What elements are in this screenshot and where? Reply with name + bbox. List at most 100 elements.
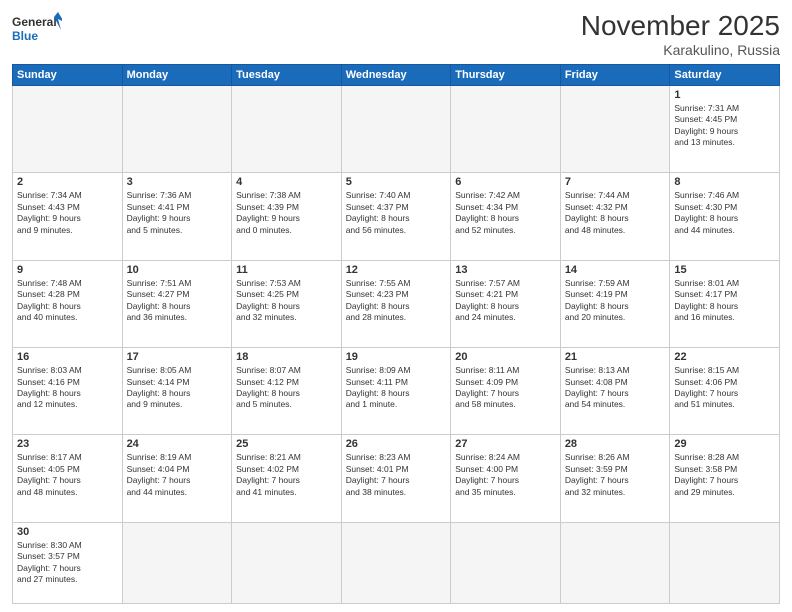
- calendar-cell: 26Sunrise: 8:23 AM Sunset: 4:01 PM Dayli…: [341, 435, 451, 522]
- day-number: 21: [565, 351, 666, 363]
- calendar-cell: [560, 522, 670, 603]
- calendar-week-row: 9Sunrise: 7:48 AM Sunset: 4:28 PM Daylig…: [13, 260, 780, 347]
- day-info: Sunrise: 8:21 AM Sunset: 4:02 PM Dayligh…: [236, 452, 337, 498]
- calendar-cell: [232, 86, 342, 173]
- calendar-cell: 22 Sunrise: 8:15 AM Sunset: 4:06 PM Dayli…: [670, 348, 780, 435]
- day-info: Sunrise: 8:24 AM Sunset: 4:00 PM Dayligh…: [455, 452, 556, 498]
- logo: General Blue: [12, 10, 62, 50]
- calendar-cell: 20Sunrise: 8:11 AM Sunset: 4:09 PM Dayli…: [451, 348, 561, 435]
- calendar-cell: [13, 86, 123, 173]
- calendar-cell: [670, 522, 780, 603]
- calendar-cell: [122, 86, 232, 173]
- calendar-cell: 25Sunrise: 8:21 AM Sunset: 4:02 PM Dayli…: [232, 435, 342, 522]
- calendar-cell: 28 Sunrise: 8:26 AM Sunset: 3:59 PM Dayli…: [560, 435, 670, 522]
- header-friday: Friday: [560, 65, 670, 86]
- day-number: 14: [565, 264, 666, 276]
- calendar-week-row: 2 Sunrise: 7:34 AM Sunset: 4:43 PM Daylig…: [13, 173, 780, 260]
- calendar-cell: [451, 522, 561, 603]
- day-number: 20: [455, 351, 556, 363]
- calendar-cell: 10Sunrise: 7:51 AM Sunset: 4:27 PM Dayli…: [122, 260, 232, 347]
- weekday-header-row: Sunday Monday Tuesday Wednesday Thursday…: [13, 65, 780, 86]
- day-number: 30: [17, 526, 118, 538]
- calendar-cell: 24 Sunrise: 8:19 AM Sunset: 4:04 PM Dayli…: [122, 435, 232, 522]
- day-info: Sunrise: 8:28 AM Sunset: 3:58 PM Dayligh…: [674, 452, 775, 498]
- day-info: Sunrise: 8:30 AM Sunset: 3:57 PM Dayligh…: [17, 540, 118, 586]
- calendar-cell: 1 Sunrise: 7:31 AM Sunset: 4:45 PM Daylig…: [670, 86, 780, 173]
- calendar-cell: [341, 522, 451, 603]
- day-info: Sunrise: 8:15 AM Sunset: 4:06 PM Dayligh…: [674, 365, 775, 411]
- calendar-cell: [122, 522, 232, 603]
- day-info: Sunrise: 7:53 AM Sunset: 4:25 PM Dayligh…: [236, 278, 337, 324]
- day-number: 29: [674, 438, 775, 450]
- header-wednesday: Wednesday: [341, 65, 451, 86]
- day-number: 3: [127, 176, 228, 188]
- calendar-cell: 18Sunrise: 8:07 AM Sunset: 4:12 PM Dayli…: [232, 348, 342, 435]
- day-number: 11: [236, 264, 337, 276]
- calendar-week-row: 23 Sunrise: 8:17 AM Sunset: 4:05 PM Dayli…: [13, 435, 780, 522]
- calendar-cell: 9Sunrise: 7:48 AM Sunset: 4:28 PM Daylig…: [13, 260, 123, 347]
- day-info: Sunrise: 8:26 AM Sunset: 3:59 PM Dayligh…: [565, 452, 666, 498]
- day-number: 16: [17, 351, 118, 363]
- day-number: 2: [17, 176, 118, 188]
- day-number: 24: [127, 438, 228, 450]
- day-number: 15: [674, 264, 775, 276]
- calendar-cell: 3Sunrise: 7:36 AM Sunset: 4:41 PM Daylig…: [122, 173, 232, 260]
- day-info: Sunrise: 7:46 AM Sunset: 4:30 PM Dayligh…: [674, 190, 775, 236]
- day-number: 9: [17, 264, 118, 276]
- day-info: Sunrise: 7:42 AM Sunset: 4:34 PM Dayligh…: [455, 190, 556, 236]
- location: Karakulino, Russia: [581, 42, 780, 58]
- header-tuesday: Tuesday: [232, 65, 342, 86]
- day-info: Sunrise: 7:34 AM Sunset: 4:43 PM Dayligh…: [17, 190, 118, 236]
- calendar-cell: 15Sunrise: 8:01 AM Sunset: 4:17 PM Dayli…: [670, 260, 780, 347]
- calendar-cell: 5Sunrise: 7:40 AM Sunset: 4:37 PM Daylig…: [341, 173, 451, 260]
- calendar-cell: 23 Sunrise: 8:17 AM Sunset: 4:05 PM Dayli…: [13, 435, 123, 522]
- day-number: 1: [674, 89, 775, 101]
- day-info: Sunrise: 7:40 AM Sunset: 4:37 PM Dayligh…: [346, 190, 447, 236]
- day-number: 17: [127, 351, 228, 363]
- day-number: 22: [674, 351, 775, 363]
- day-info: Sunrise: 8:05 AM Sunset: 4:14 PM Dayligh…: [127, 365, 228, 411]
- day-info: Sunrise: 8:13 AM Sunset: 4:08 PM Dayligh…: [565, 365, 666, 411]
- day-info: Sunrise: 7:44 AM Sunset: 4:32 PM Dayligh…: [565, 190, 666, 236]
- day-number: 8: [674, 176, 775, 188]
- day-number: 23: [17, 438, 118, 450]
- svg-text:General: General: [12, 15, 57, 29]
- calendar-cell: 17 Sunrise: 8:05 AM Sunset: 4:14 PM Dayli…: [122, 348, 232, 435]
- day-info: Sunrise: 7:55 AM Sunset: 4:23 PM Dayligh…: [346, 278, 447, 324]
- day-number: 18: [236, 351, 337, 363]
- header: General Blue November 2025 Karakulino, R…: [12, 10, 780, 58]
- day-number: 12: [346, 264, 447, 276]
- day-number: 27: [455, 438, 556, 450]
- day-info: Sunrise: 7:51 AM Sunset: 4:27 PM Dayligh…: [127, 278, 228, 324]
- page: General Blue November 2025 Karakulino, R…: [0, 0, 792, 612]
- calendar-cell: [560, 86, 670, 173]
- day-number: 28: [565, 438, 666, 450]
- calendar-cell: 14 Sunrise: 7:59 AM Sunset: 4:19 PM Dayli…: [560, 260, 670, 347]
- calendar-cell: 2 Sunrise: 7:34 AM Sunset: 4:43 PM Daylig…: [13, 173, 123, 260]
- calendar-week-row: 30 Sunrise: 8:30 AM Sunset: 3:57 PM Dayli…: [13, 522, 780, 603]
- calendar-cell: 6 Sunrise: 7:42 AM Sunset: 4:34 PM Daylig…: [451, 173, 561, 260]
- day-info: Sunrise: 8:09 AM Sunset: 4:11 PM Dayligh…: [346, 365, 447, 411]
- svg-text:Blue: Blue: [12, 29, 38, 43]
- day-number: 6: [455, 176, 556, 188]
- title-section: November 2025 Karakulino, Russia: [581, 10, 780, 58]
- day-info: Sunrise: 8:19 AM Sunset: 4:04 PM Dayligh…: [127, 452, 228, 498]
- day-info: Sunrise: 7:31 AM Sunset: 4:45 PM Dayligh…: [674, 103, 775, 149]
- calendar-cell: 11 Sunrise: 7:53 AM Sunset: 4:25 PM Dayli…: [232, 260, 342, 347]
- day-info: Sunrise: 7:59 AM Sunset: 4:19 PM Dayligh…: [565, 278, 666, 324]
- calendar-cell: 27 Sunrise: 8:24 AM Sunset: 4:00 PM Dayli…: [451, 435, 561, 522]
- calendar-cell: [232, 522, 342, 603]
- calendar-cell: 16Sunrise: 8:03 AM Sunset: 4:16 PM Dayli…: [13, 348, 123, 435]
- logo-svg: General Blue: [12, 10, 62, 50]
- calendar-cell: 21 Sunrise: 8:13 AM Sunset: 4:08 PM Dayli…: [560, 348, 670, 435]
- header-thursday: Thursday: [451, 65, 561, 86]
- calendar-cell: 19Sunrise: 8:09 AM Sunset: 4:11 PM Dayli…: [341, 348, 451, 435]
- calendar-cell: 29 Sunrise: 8:28 AM Sunset: 3:58 PM Dayli…: [670, 435, 780, 522]
- calendar-cell: 13Sunrise: 7:57 AM Sunset: 4:21 PM Dayli…: [451, 260, 561, 347]
- day-info: Sunrise: 8:23 AM Sunset: 4:01 PM Dayligh…: [346, 452, 447, 498]
- header-saturday: Saturday: [670, 65, 780, 86]
- calendar: Sunday Monday Tuesday Wednesday Thursday…: [12, 64, 780, 604]
- day-number: 4: [236, 176, 337, 188]
- day-info: Sunrise: 8:17 AM Sunset: 4:05 PM Dayligh…: [17, 452, 118, 498]
- month-title: November 2025: [581, 10, 780, 42]
